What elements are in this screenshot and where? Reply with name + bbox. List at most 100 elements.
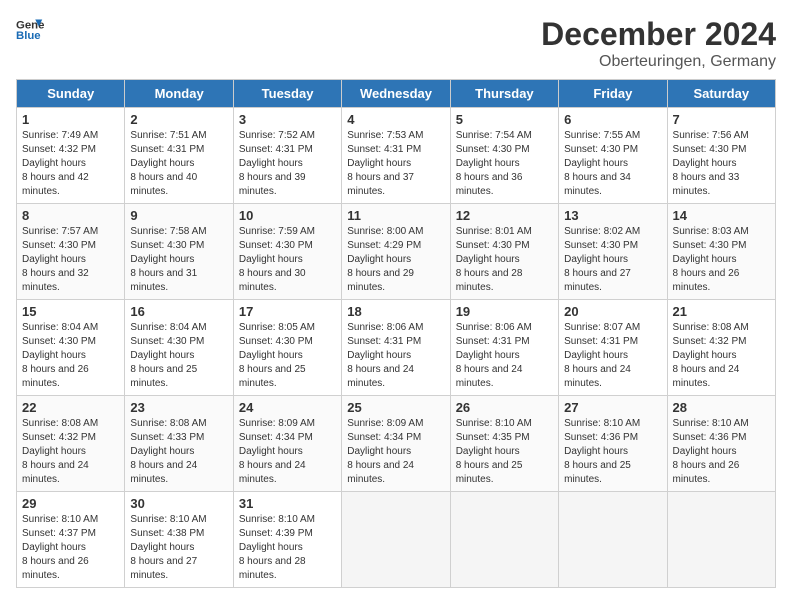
day-info: Sunrise: 7:52 AM Sunset: 4:31 PM Dayligh… bbox=[239, 129, 336, 199]
col-friday: Friday bbox=[559, 80, 667, 108]
calendar-cell: 6 Sunrise: 7:55 AM Sunset: 4:30 PM Dayli… bbox=[559, 108, 667, 204]
col-saturday: Saturday bbox=[667, 80, 775, 108]
day-number: 1 bbox=[22, 112, 119, 127]
calendar-cell bbox=[667, 492, 775, 588]
day-info: Sunrise: 8:10 AM Sunset: 4:35 PM Dayligh… bbox=[456, 417, 553, 487]
col-wednesday: Wednesday bbox=[342, 80, 450, 108]
calendar-cell: 24 Sunrise: 8:09 AM Sunset: 4:34 PM Dayl… bbox=[233, 396, 341, 492]
calendar-cell: 29 Sunrise: 8:10 AM Sunset: 4:37 PM Dayl… bbox=[17, 492, 125, 588]
day-number: 4 bbox=[347, 112, 444, 127]
calendar-cell: 27 Sunrise: 8:10 AM Sunset: 4:36 PM Dayl… bbox=[559, 396, 667, 492]
calendar-row: 1 Sunrise: 7:49 AM Sunset: 4:32 PM Dayli… bbox=[17, 108, 776, 204]
calendar-cell: 22 Sunrise: 8:08 AM Sunset: 4:32 PM Dayl… bbox=[17, 396, 125, 492]
day-info: Sunrise: 8:01 AM Sunset: 4:30 PM Dayligh… bbox=[456, 225, 553, 295]
calendar-row: 8 Sunrise: 7:57 AM Sunset: 4:30 PM Dayli… bbox=[17, 204, 776, 300]
day-info: Sunrise: 8:08 AM Sunset: 4:32 PM Dayligh… bbox=[673, 321, 770, 391]
day-info: Sunrise: 7:59 AM Sunset: 4:30 PM Dayligh… bbox=[239, 225, 336, 295]
col-tuesday: Tuesday bbox=[233, 80, 341, 108]
day-number: 28 bbox=[673, 400, 770, 415]
calendar-cell: 16 Sunrise: 8:04 AM Sunset: 4:30 PM Dayl… bbox=[125, 300, 233, 396]
day-info: Sunrise: 8:09 AM Sunset: 4:34 PM Dayligh… bbox=[347, 417, 444, 487]
day-info: Sunrise: 8:10 AM Sunset: 4:36 PM Dayligh… bbox=[673, 417, 770, 487]
calendar-table: Sunday Monday Tuesday Wednesday Thursday… bbox=[16, 79, 776, 588]
day-info: Sunrise: 7:51 AM Sunset: 4:31 PM Dayligh… bbox=[130, 129, 227, 199]
day-number: 11 bbox=[347, 208, 444, 223]
day-info: Sunrise: 8:10 AM Sunset: 4:36 PM Dayligh… bbox=[564, 417, 661, 487]
day-info: Sunrise: 8:09 AM Sunset: 4:34 PM Dayligh… bbox=[239, 417, 336, 487]
day-number: 22 bbox=[22, 400, 119, 415]
calendar-cell: 2 Sunrise: 7:51 AM Sunset: 4:31 PM Dayli… bbox=[125, 108, 233, 204]
calendar-cell: 1 Sunrise: 7:49 AM Sunset: 4:32 PM Dayli… bbox=[17, 108, 125, 204]
day-info: Sunrise: 8:05 AM Sunset: 4:30 PM Dayligh… bbox=[239, 321, 336, 391]
page-header: General Blue December 2024 Oberteuringen… bbox=[16, 16, 776, 71]
day-info: Sunrise: 8:04 AM Sunset: 4:30 PM Dayligh… bbox=[22, 321, 119, 391]
calendar-cell: 4 Sunrise: 7:53 AM Sunset: 4:31 PM Dayli… bbox=[342, 108, 450, 204]
day-info: Sunrise: 8:06 AM Sunset: 4:31 PM Dayligh… bbox=[347, 321, 444, 391]
day-number: 23 bbox=[130, 400, 227, 415]
calendar-cell: 10 Sunrise: 7:59 AM Sunset: 4:30 PM Dayl… bbox=[233, 204, 341, 300]
day-info: Sunrise: 8:10 AM Sunset: 4:38 PM Dayligh… bbox=[130, 513, 227, 583]
day-info: Sunrise: 7:55 AM Sunset: 4:30 PM Dayligh… bbox=[564, 129, 661, 199]
day-number: 18 bbox=[347, 304, 444, 319]
calendar-cell: 31 Sunrise: 8:10 AM Sunset: 4:39 PM Dayl… bbox=[233, 492, 341, 588]
calendar-cell: 20 Sunrise: 8:07 AM Sunset: 4:31 PM Dayl… bbox=[559, 300, 667, 396]
svg-text:Blue: Blue bbox=[16, 30, 41, 42]
calendar-cell: 15 Sunrise: 8:04 AM Sunset: 4:30 PM Dayl… bbox=[17, 300, 125, 396]
day-info: Sunrise: 8:07 AM Sunset: 4:31 PM Dayligh… bbox=[564, 321, 661, 391]
calendar-cell: 21 Sunrise: 8:08 AM Sunset: 4:32 PM Dayl… bbox=[667, 300, 775, 396]
day-number: 26 bbox=[456, 400, 553, 415]
day-number: 29 bbox=[22, 496, 119, 511]
day-number: 9 bbox=[130, 208, 227, 223]
calendar-cell: 26 Sunrise: 8:10 AM Sunset: 4:35 PM Dayl… bbox=[450, 396, 558, 492]
day-info: Sunrise: 8:08 AM Sunset: 4:33 PM Dayligh… bbox=[130, 417, 227, 487]
calendar-cell: 3 Sunrise: 7:52 AM Sunset: 4:31 PM Dayli… bbox=[233, 108, 341, 204]
day-info: Sunrise: 8:06 AM Sunset: 4:31 PM Dayligh… bbox=[456, 321, 553, 391]
title-area: December 2024 Oberteuringen, Germany bbox=[541, 16, 776, 71]
calendar-cell: 9 Sunrise: 7:58 AM Sunset: 4:30 PM Dayli… bbox=[125, 204, 233, 300]
day-info: Sunrise: 8:00 AM Sunset: 4:29 PM Dayligh… bbox=[347, 225, 444, 295]
calendar-cell bbox=[559, 492, 667, 588]
calendar-cell: 8 Sunrise: 7:57 AM Sunset: 4:30 PM Dayli… bbox=[17, 204, 125, 300]
day-number: 10 bbox=[239, 208, 336, 223]
calendar-cell: 13 Sunrise: 8:02 AM Sunset: 4:30 PM Dayl… bbox=[559, 204, 667, 300]
location-title: Oberteuringen, Germany bbox=[541, 53, 776, 71]
day-info: Sunrise: 7:53 AM Sunset: 4:31 PM Dayligh… bbox=[347, 129, 444, 199]
day-info: Sunrise: 8:03 AM Sunset: 4:30 PM Dayligh… bbox=[673, 225, 770, 295]
day-info: Sunrise: 8:04 AM Sunset: 4:30 PM Dayligh… bbox=[130, 321, 227, 391]
day-number: 25 bbox=[347, 400, 444, 415]
calendar-cell: 14 Sunrise: 8:03 AM Sunset: 4:30 PM Dayl… bbox=[667, 204, 775, 300]
logo-icon: General Blue bbox=[16, 16, 44, 44]
calendar-cell: 30 Sunrise: 8:10 AM Sunset: 4:38 PM Dayl… bbox=[125, 492, 233, 588]
day-number: 8 bbox=[22, 208, 119, 223]
header-row: Sunday Monday Tuesday Wednesday Thursday… bbox=[17, 80, 776, 108]
day-number: 31 bbox=[239, 496, 336, 511]
day-number: 19 bbox=[456, 304, 553, 319]
day-number: 24 bbox=[239, 400, 336, 415]
calendar-cell: 25 Sunrise: 8:09 AM Sunset: 4:34 PM Dayl… bbox=[342, 396, 450, 492]
day-info: Sunrise: 7:56 AM Sunset: 4:30 PM Dayligh… bbox=[673, 129, 770, 199]
logo: General Blue bbox=[16, 16, 44, 44]
col-monday: Monday bbox=[125, 80, 233, 108]
day-number: 13 bbox=[564, 208, 661, 223]
day-number: 17 bbox=[239, 304, 336, 319]
day-info: Sunrise: 8:02 AM Sunset: 4:30 PM Dayligh… bbox=[564, 225, 661, 295]
day-number: 12 bbox=[456, 208, 553, 223]
day-number: 2 bbox=[130, 112, 227, 127]
col-thursday: Thursday bbox=[450, 80, 558, 108]
calendar-cell: 5 Sunrise: 7:54 AM Sunset: 4:30 PM Dayli… bbox=[450, 108, 558, 204]
day-number: 21 bbox=[673, 304, 770, 319]
day-info: Sunrise: 7:54 AM Sunset: 4:30 PM Dayligh… bbox=[456, 129, 553, 199]
calendar-cell: 17 Sunrise: 8:05 AM Sunset: 4:30 PM Dayl… bbox=[233, 300, 341, 396]
day-number: 30 bbox=[130, 496, 227, 511]
day-number: 20 bbox=[564, 304, 661, 319]
calendar-cell: 23 Sunrise: 8:08 AM Sunset: 4:33 PM Dayl… bbox=[125, 396, 233, 492]
calendar-cell: 28 Sunrise: 8:10 AM Sunset: 4:36 PM Dayl… bbox=[667, 396, 775, 492]
day-number: 27 bbox=[564, 400, 661, 415]
day-number: 14 bbox=[673, 208, 770, 223]
day-info: Sunrise: 8:10 AM Sunset: 4:37 PM Dayligh… bbox=[22, 513, 119, 583]
calendar-row: 29 Sunrise: 8:10 AM Sunset: 4:37 PM Dayl… bbox=[17, 492, 776, 588]
day-number: 16 bbox=[130, 304, 227, 319]
day-number: 15 bbox=[22, 304, 119, 319]
calendar-cell: 18 Sunrise: 8:06 AM Sunset: 4:31 PM Dayl… bbox=[342, 300, 450, 396]
calendar-cell bbox=[342, 492, 450, 588]
